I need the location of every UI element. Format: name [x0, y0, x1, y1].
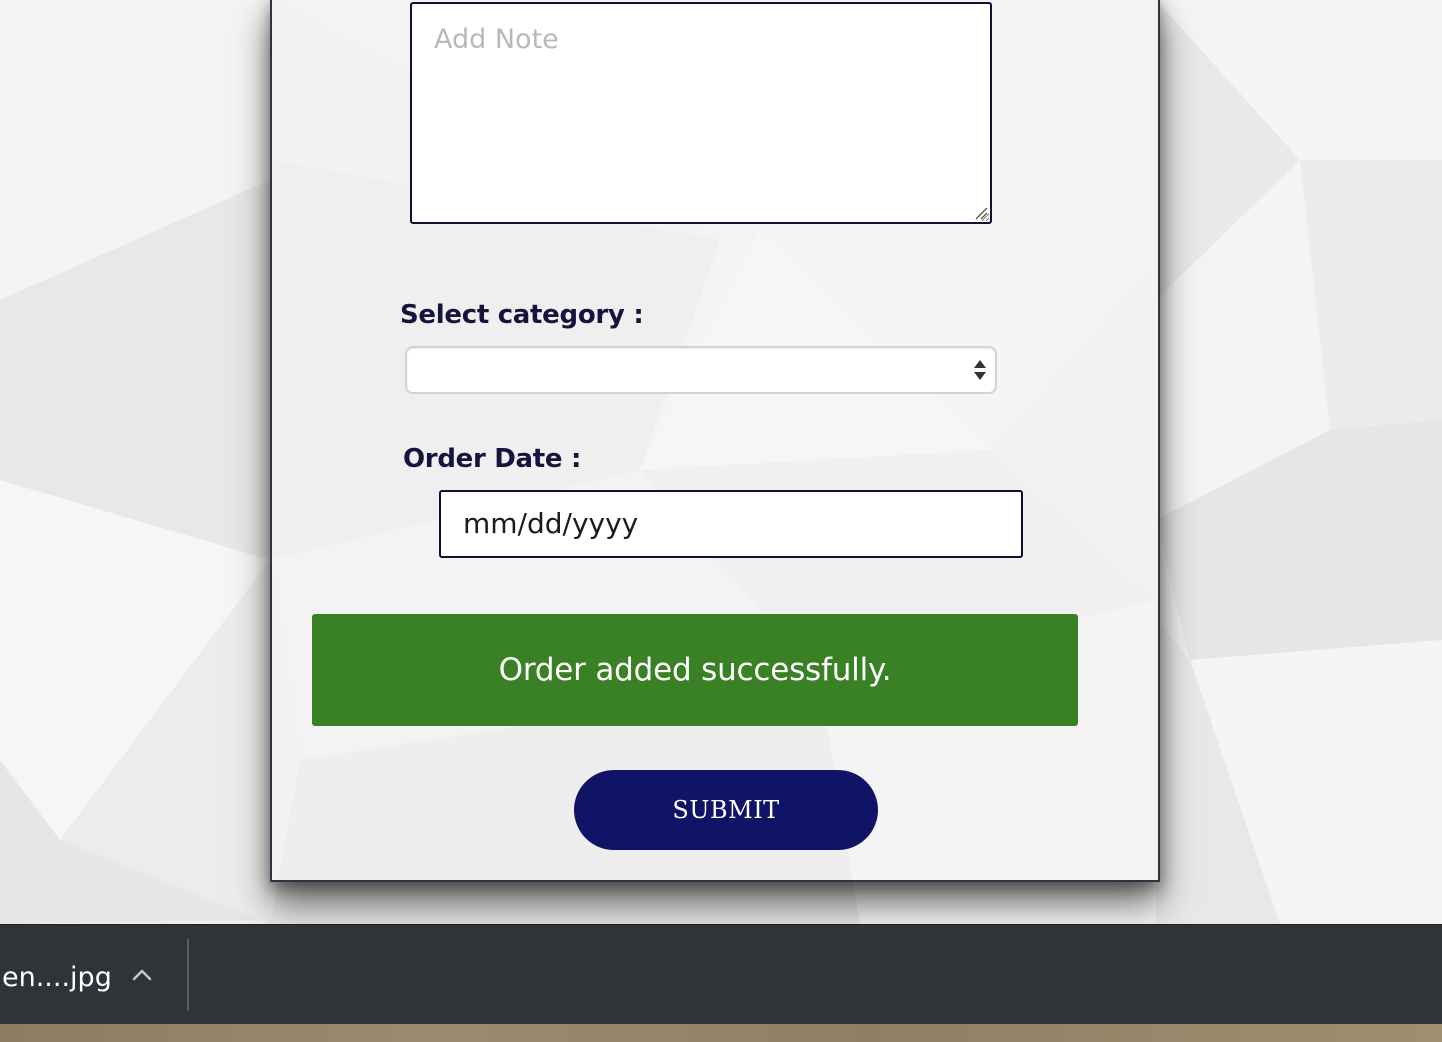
- select-arrows-icon: [974, 360, 986, 380]
- add-note-textarea[interactable]: [410, 2, 992, 224]
- category-select[interactable]: [405, 346, 997, 394]
- download-bar-divider: [187, 939, 189, 1011]
- order-date-placeholder: mm/dd/yyyy: [463, 507, 639, 540]
- select-category-label: Select category :: [400, 300, 644, 330]
- download-file-name[interactable]: en....jpg: [2, 962, 112, 993]
- submit-button[interactable]: SUBMIT: [574, 770, 878, 850]
- desktop-wallpaper-strip: [0, 1024, 1442, 1042]
- order-date-input[interactable]: mm/dd/yyyy: [439, 490, 1023, 558]
- download-bar: en....jpg: [0, 924, 1442, 1025]
- success-message: Order added successfully.: [498, 652, 892, 688]
- order-date-label: Order Date :: [403, 444, 582, 474]
- chevron-up-icon[interactable]: [128, 961, 156, 989]
- order-form-card: Select category : Order Date : mm/dd/yyy…: [270, 0, 1160, 882]
- success-alert: Order added successfully.: [312, 614, 1078, 726]
